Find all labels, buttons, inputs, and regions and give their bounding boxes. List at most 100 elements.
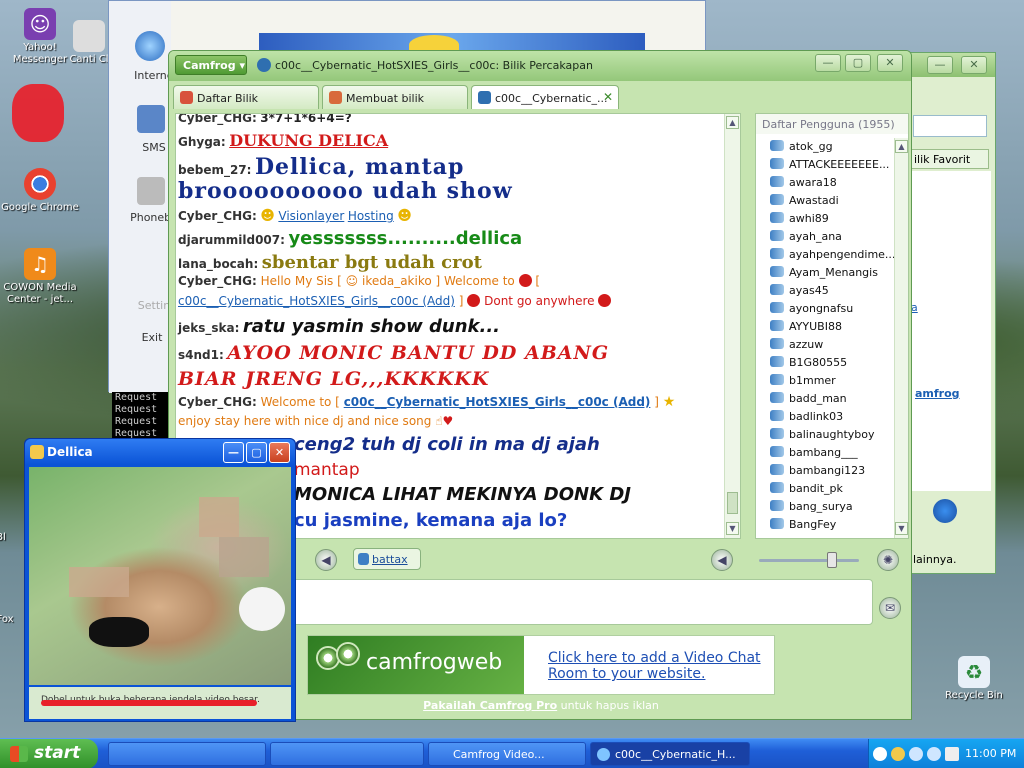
user-list-item[interactable]: awhi89	[770, 212, 829, 225]
user-list-item[interactable]: Awastadi	[770, 194, 839, 207]
scroll-up-icon[interactable]: ▲	[726, 116, 739, 129]
tab-label: Daftar Bilik	[197, 92, 259, 105]
video-close-button[interactable]: ✕	[269, 442, 290, 463]
visionlayer-link[interactable]: Visionlayer	[278, 209, 344, 223]
nick: lana_bocah:	[178, 257, 259, 271]
video-maximize-button[interactable]: ▢	[246, 442, 267, 463]
google-chrome-icon[interactable]: ◎ Google Chrome	[0, 168, 80, 214]
stop-icon	[518, 274, 532, 287]
secondary-close-button[interactable]: ✕	[961, 56, 987, 74]
speaker-icon[interactable]: ◀	[315, 549, 337, 571]
stop-icon	[467, 294, 481, 307]
user-list-item[interactable]: Ayam_Menangis	[770, 266, 878, 279]
user-list-item[interactable]: BangFey	[770, 518, 836, 531]
user-list-item[interactable]: bambang___	[770, 446, 858, 459]
tab-membuat-bilik[interactable]: Membuat bilik	[322, 85, 468, 109]
user-list-item[interactable]: B1G80555	[770, 356, 847, 369]
user-list-item[interactable]: bandit_pk	[770, 482, 843, 495]
user-list-item[interactable]: ayas45	[770, 284, 829, 297]
video-feed[interactable]	[29, 467, 291, 685]
user-list-item[interactable]: bang_surya	[770, 500, 853, 513]
user-list-item[interactable]: badd_man	[770, 392, 847, 405]
user-list-item[interactable]: badlink03	[770, 410, 843, 423]
tab-strip: Daftar Bilik Membuat bilik c00c__Cyberna…	[169, 85, 911, 109]
battax-label: battax	[372, 553, 408, 566]
chat-message: Ghyga: DUKUNG DELICA	[178, 131, 388, 150]
secondary-search-box[interactable]	[913, 115, 987, 137]
user-list-item[interactable]: ayahpengendime...	[770, 248, 895, 261]
user-list-item[interactable]: ATTACKEEEEEEE...	[770, 158, 889, 171]
volume-slider[interactable]	[759, 559, 859, 562]
close-button[interactable]: ✕	[877, 54, 903, 72]
user-icon	[770, 158, 784, 169]
user-list-item[interactable]: azzuw	[770, 338, 823, 351]
user-name: azzuw	[789, 338, 824, 351]
pixelation-block	[199, 497, 239, 537]
user-name: bambangi123	[789, 464, 866, 477]
tab-current-room[interactable]: c00c__Cybernatic_...	[471, 85, 619, 109]
user-icon	[770, 176, 784, 187]
camfrog-menu-button[interactable]: Camfrog ▾	[175, 55, 247, 75]
user-icon	[770, 140, 784, 151]
user-list-item[interactable]: ayah_ana	[770, 230, 842, 243]
tray-display-icon[interactable]	[927, 747, 941, 761]
cowon-media-center-icon[interactable]: ♫ COWON Media Center - jet...	[0, 248, 80, 306]
taskbar-item-2[interactable]	[270, 742, 424, 766]
room-link[interactable]: c00c__Cybernatic_HotSXIES_Girls__c00c (A…	[178, 294, 455, 308]
user-list-scrollbar[interactable]: ▲ ▼	[894, 138, 908, 538]
secondary-link-camfrog[interactable]: amfrog	[915, 387, 960, 400]
msg-text: 3*7+1*6+4=?	[260, 113, 352, 125]
tray-expand-icon[interactable]	[873, 747, 887, 761]
volume-icon[interactable]: ◀	[711, 549, 733, 571]
scroll-thumb[interactable]	[727, 492, 738, 514]
hosting-link[interactable]: Hosting	[348, 209, 394, 223]
settings-gear-icon[interactable]: ✺	[877, 549, 899, 571]
start-button[interactable]: start	[0, 739, 98, 768]
recycle-bin-icon[interactable]: ♻ Recycle Bin	[934, 656, 1014, 702]
msg-text: ]	[458, 294, 464, 308]
secondary-link-a[interactable]: a	[911, 301, 918, 314]
taskbar-item-camfrog[interactable]: Camfrog Video...	[428, 742, 586, 766]
user-list-item[interactable]: b1mmer	[770, 374, 836, 387]
user-list-item[interactable]: ayongnafsu	[770, 302, 853, 315]
minimize-button[interactable]: —	[815, 54, 841, 72]
user-list-item[interactable]: bambangi123	[770, 464, 865, 477]
tray-network-icon[interactable]	[909, 747, 923, 761]
secondary-tab-favorit[interactable]: ilik Favorit	[911, 149, 989, 169]
battax-user-button[interactable]: battax	[353, 548, 421, 570]
tab-daftar-bilik[interactable]: Daftar Bilik	[173, 85, 319, 109]
tab-close-icon[interactable]: ✕	[603, 90, 613, 104]
chat-message: broooooooooo udah show	[178, 178, 513, 204]
tray-volume-icon[interactable]	[945, 747, 959, 761]
user-list-item[interactable]: awara18	[770, 176, 837, 189]
taskbar-item-room[interactable]: c00c__Cybernatic_H...	[590, 742, 750, 766]
taskbar-item-1[interactable]	[108, 742, 266, 766]
user-list-item[interactable]: balinaughtyboy	[770, 428, 875, 441]
chat-scrollbar[interactable]: ▲ ▼	[724, 114, 740, 538]
secondary-minimize-button[interactable]: —	[927, 56, 953, 74]
pixelation-block	[219, 537, 269, 577]
camfrog-pro-link[interactable]: Pakailah Camfrog Pro	[423, 699, 557, 712]
secondary-status: lainnya.	[913, 553, 957, 566]
user-name: Ayam_Menangis	[789, 266, 878, 279]
volume-slider-knob[interactable]	[827, 552, 837, 568]
add-user-icon[interactable]	[933, 499, 957, 523]
camfrogweb-ad-banner[interactable]: camfrogweb Click here to add a Video Cha…	[307, 635, 775, 695]
console-window: Request Request Request Request	[112, 392, 172, 442]
room-link[interactable]: c00c__Cybernatic_HotSXIES_Girls__c00c (A…	[344, 395, 651, 409]
send-message-icon[interactable]: ✉	[879, 597, 901, 619]
video-minimize-button[interactable]: —	[223, 442, 244, 463]
tray-camfrog-icon[interactable]	[891, 747, 905, 761]
scroll-down-icon[interactable]: ▼	[726, 522, 739, 535]
user-scroll-up-icon[interactable]: ▲	[895, 140, 908, 153]
user-name: ATTACKEEEEEEE...	[789, 158, 890, 171]
maximize-button[interactable]: ▢	[845, 54, 871, 72]
ad-link[interactable]: Click here to add a Video Chat Room to yo…	[548, 650, 761, 682]
user-list-item[interactable]: AYYUBI88	[770, 320, 842, 333]
canti-partial-icon[interactable]: Canti Cl	[64, 20, 114, 66]
user-scroll-down-icon[interactable]: ▼	[895, 522, 908, 535]
chat-message: jeks_ska: ratu yasmin show dunk...	[178, 316, 500, 337]
user-icon	[770, 518, 784, 529]
user-list-item[interactable]: atok_gg	[770, 140, 833, 153]
chrome-label: Google Chrome	[1, 202, 79, 213]
